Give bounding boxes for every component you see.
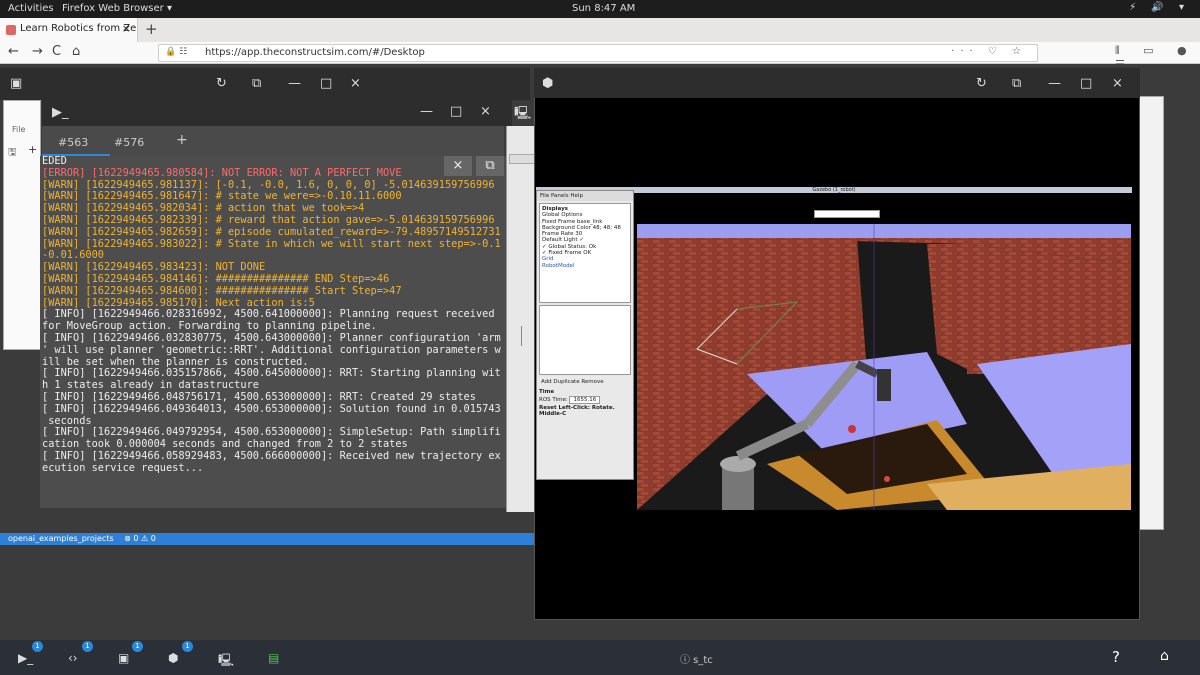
terminal-icon: ▶_ [52,105,69,120]
robot-base-top [720,456,756,472]
session-info[interactable]: ⓘ s_tc [680,651,713,666]
gazebo-toolbar[interactable] [814,210,880,218]
home-button[interactable]: ⌂ [72,44,80,59]
desktop-icon[interactable]: 🖳 [218,651,234,667]
ros-time-value: 1655.16 [569,396,601,404]
restore-icon[interactable]: ⧉ [1012,76,1021,91]
app-menu[interactable]: Firefox Web Browser ▾ [62,3,172,14]
minimize-icon[interactable]: — [288,76,301,91]
close-icon[interactable]: × [350,76,361,91]
robot-gripper [877,369,891,401]
notification-badge: 1 [182,641,193,652]
lock-icon: 🔒 ☷ [165,47,188,57]
terminal-line: [ INFO] [1622949466.058929483, 4500.6660… [42,449,501,462]
terminal-line: ecution service request... [42,461,204,474]
tab-title: Learn Robotics from Zer [20,23,138,34]
book-icon[interactable]: ▤ [268,651,284,665]
terminal-line: [ INFO] [1622949466.032830775, 4500.6430… [42,331,501,344]
refresh-icon[interactable]: ↻ [976,76,987,91]
problems-count[interactable]: ⊗ 0 ⚠ 0 [124,534,156,543]
system-tray[interactable]: ⚡ 🔊 ▾ [1129,2,1190,13]
target-object [884,476,890,482]
terminal-icon[interactable]: ▶_ [18,651,34,665]
clock[interactable]: Sun 8:47 AM [572,3,635,14]
displays-panel: Displays Global Options Fixed Frame base… [539,203,631,303]
maximize-icon[interactable]: □ [1080,76,1092,91]
help-button[interactable]: ? [1112,648,1120,666]
sky-strip [637,224,1131,238]
terminal-line: [ INFO] [1622949466.048756171, 4500.6530… [42,390,476,403]
notification-badge: 1 [32,641,43,652]
minimize-icon[interactable]: — [420,104,433,119]
terminal-window-header: ▣ ↻ ⧉ — □ × [0,68,530,100]
terminal-line: [ERROR] [1622949465.980584]: NOT ERROR: … [42,166,402,179]
maximize-icon[interactable]: □ [320,76,332,91]
terminal-line: [WARN] [1622949465.982659]: # episode cu… [42,225,501,238]
plot-toolbar [509,154,537,164]
cube-icon[interactable]: ⬢ [168,651,184,665]
restore-icon[interactable]: ⧉ [252,76,261,91]
close-icon[interactable]: × [444,156,472,176]
cube-icon: ⬢ [542,76,554,91]
notification-badge: 1 [132,641,143,652]
refresh-icon[interactable]: ↻ [216,76,227,91]
drill-object [848,425,856,433]
ros-time-label: ROS Time: [539,397,568,403]
ide-window-fragment: File 🖫 + [3,100,41,350]
home-button[interactable]: ⌂ [1160,648,1169,664]
back-button[interactable]: ← [8,44,19,59]
reload-button[interactable]: C [52,44,61,59]
browser-tab[interactable]: Learn Robotics from Zer × [0,18,138,42]
display-item[interactable]: RobotModel [542,263,628,269]
shell-window-header: ▶_ — □ × [42,100,512,126]
close-tab-icon[interactable]: × [122,22,131,35]
detach-icon[interactable]: ⧉ [476,156,504,176]
notebook-icon: ▣ [10,76,23,91]
terminal-tab[interactable]: #576 [114,136,144,149]
url-bar[interactable]: 🔒 ☷ https://app.theconstructsim.com/#/De… [158,44,1038,62]
page-actions-icon[interactable]: ··· ♡ ☆ [951,46,1027,57]
terminal-line: [WARN] [1622949465.982339]: # reward tha… [42,213,495,226]
save-icon[interactable]: 🖫 [8,145,17,162]
gazebo-3d-viewport[interactable] [637,224,1131,510]
desktop-icon[interactable]: 🖳 [514,104,531,126]
rviz-empty-area [539,305,631,375]
rviz-buttons[interactable]: Add Duplicate Remove [539,377,631,387]
rviz-menu[interactable]: File Panels Help [537,191,633,201]
terminal-line: [WARN] [1622949465.983022]: # State in w… [42,237,501,250]
terminal-line: ' will use planner 'geometric::RRT'. Add… [42,343,501,356]
close-icon[interactable]: × [1112,76,1123,91]
terminal-line: [WARN] [1622949465.984146]: ############… [42,272,390,285]
notification-badge: 1 [82,641,93,652]
add-icon[interactable]: + [28,143,37,156]
terminal-line: [WARN] [1622949465.984600]: ############… [42,284,402,297]
file-menu[interactable]: File [12,125,25,134]
gazebo-window-header: ⬢ ↻ ⧉ — □ × [534,68,1140,98]
terminal-line: [ INFO] [1622949466.049364013, 4500.6530… [42,402,501,415]
rviz-footer: Reset Left-Click: Rotate. Middle-C [539,405,615,417]
url-text: https://app.theconstructsim.com/#/Deskto… [205,47,425,58]
terminal-tab-bar [42,126,504,156]
new-tab-button[interactable]: + [145,20,158,38]
activities-button[interactable]: Activities [8,3,54,14]
site-favicon-icon [6,25,16,35]
terminal-tab[interactable]: #563 [58,136,88,149]
notebook-icon[interactable]: ▣ [118,651,134,665]
terminal-overlay-controls: × ⧉ [440,156,506,178]
time-header: Time [539,389,555,395]
forward-button[interactable]: → [32,44,43,59]
axis-line [521,326,522,346]
code-icon[interactable]: ‹› [68,651,84,665]
background-window-fragment [1136,96,1164,530]
browser-tab-strip [0,18,1200,42]
system-top-bar: Activities Firefox Web Browser ▾ Sun 8:4… [0,0,1200,18]
project-name[interactable]: openai_examples_projects [8,534,114,543]
ide-status-bar: openai_examples_projects ⊗ 0 ⚠ 0 [0,533,536,545]
close-icon[interactable]: × [480,104,491,119]
terminal-output[interactable]: EDED [ERROR] [1622949465.980584]: NOT ERR… [40,156,506,508]
add-terminal-tab-button[interactable]: + [176,132,188,148]
maximize-icon[interactable]: □ [450,104,462,119]
minimize-icon[interactable]: — [1048,76,1061,91]
rviz-panel: File Panels Help Displays Global Options… [536,190,634,480]
